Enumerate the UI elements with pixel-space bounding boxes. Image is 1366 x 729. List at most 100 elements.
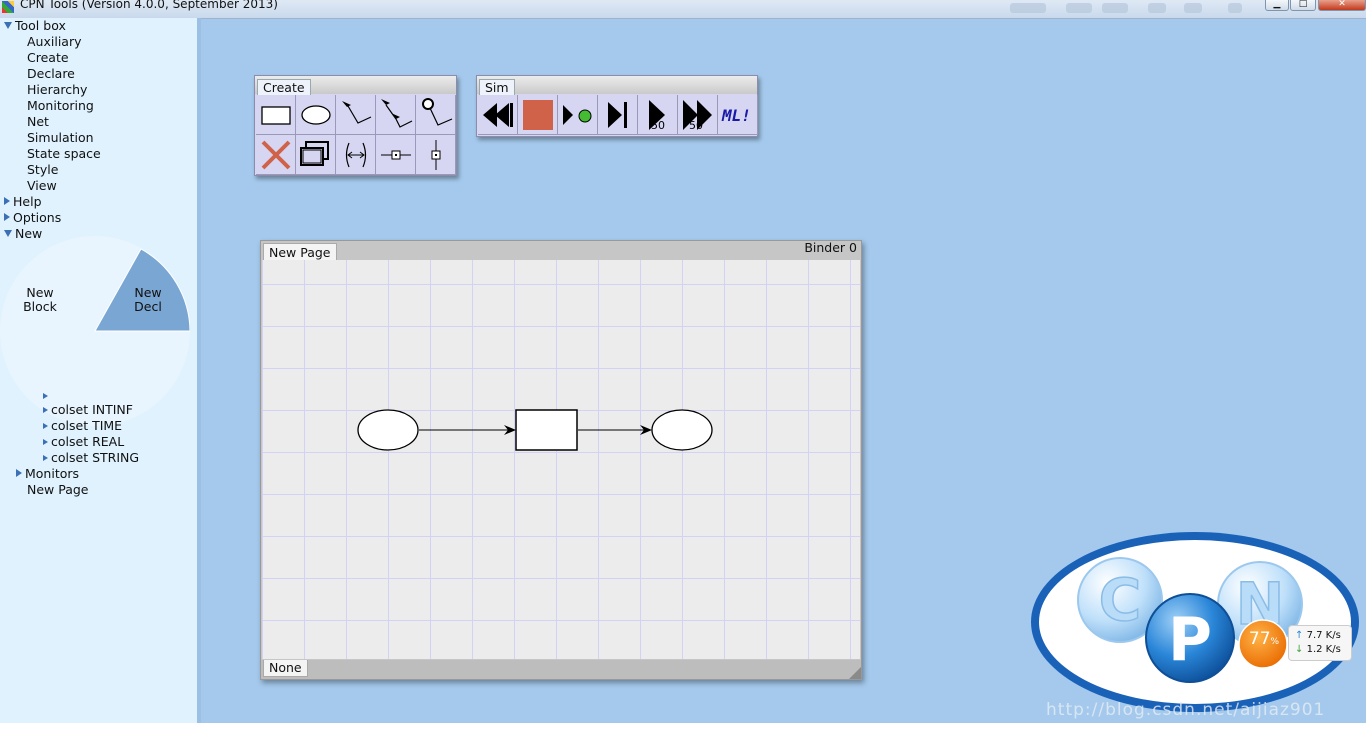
tree-toolbox-label: Tool box xyxy=(15,18,66,33)
tree-item-declare[interactable]: Declare xyxy=(27,66,75,82)
window-title: CPN Tools (Version 4.0.0, September 2013… xyxy=(20,0,278,11)
tree-monitors[interactable]: Monitors xyxy=(16,466,79,482)
create-palette: Create xyxy=(254,75,457,176)
clone-tool[interactable] xyxy=(296,135,336,175)
stop-swatch xyxy=(523,100,553,130)
create-palette-tabbar[interactable]: Create xyxy=(255,76,456,96)
clone-icon xyxy=(300,141,329,166)
sim-palette: Sim 50 50 ML! xyxy=(476,75,758,137)
watermark: http://blog.csdn.net/aijiaz901 xyxy=(1046,700,1326,720)
rewind-icon xyxy=(483,103,513,127)
sim-palette-tabbar[interactable]: Sim xyxy=(477,76,757,96)
tree-item-hierarchy[interactable]: Hierarchy xyxy=(27,82,87,98)
play-steps-button[interactable]: 50 xyxy=(638,95,678,135)
colset-label: colset TIME xyxy=(51,418,123,433)
cpn-logo-graphic: C N P xyxy=(1031,532,1359,712)
play-single-button[interactable] xyxy=(558,95,598,135)
app-icon xyxy=(2,1,14,13)
fast-forward-label: 50 xyxy=(689,119,703,132)
tree-item-auxiliary[interactable]: Auxiliary xyxy=(27,34,82,50)
toggle-arc-direction-icon xyxy=(345,142,367,168)
ml-evaluate-button[interactable]: ML! xyxy=(718,95,758,135)
net-canvas[interactable] xyxy=(262,260,860,659)
horizontal-guideline-tool[interactable] xyxy=(376,135,416,175)
title-bar-decoration xyxy=(1228,3,1242,13)
tree-options-label: Options xyxy=(13,210,62,225)
page-tab-new-page[interactable]: New Page xyxy=(263,243,337,261)
network-monitor[interactable]: 77% xyxy=(1238,619,1290,674)
tree-item-style[interactable]: Style xyxy=(27,162,58,178)
footer-tab-none[interactable]: None xyxy=(263,660,308,677)
double-arc-icon xyxy=(381,99,413,128)
delete-icon xyxy=(261,140,291,170)
stop-button[interactable] xyxy=(518,95,558,135)
tree-options[interactable]: Options xyxy=(4,210,61,226)
vertical-guideline-tool[interactable] xyxy=(416,135,456,175)
tree-colset-intinf[interactable]: colset INTINF xyxy=(43,402,133,418)
download-row: ↓ 1.2 K/s xyxy=(1295,643,1341,657)
tree-colset-string[interactable]: colset STRING xyxy=(43,450,139,466)
upload-row: ↑ 7.7 K/s xyxy=(1295,629,1341,643)
place-ellipse-icon xyxy=(301,105,331,125)
fast-forward-button[interactable]: 50 xyxy=(678,95,718,135)
tree-colset-time[interactable]: colset TIME xyxy=(43,418,122,434)
tree-help-label: Help xyxy=(13,194,42,209)
transition[interactable] xyxy=(515,409,578,451)
tree-item-simulation[interactable]: Simulation xyxy=(27,130,94,146)
place-ellipse-tool[interactable] xyxy=(296,95,336,135)
expanded-triangle-icon xyxy=(4,22,12,29)
pie-item-new-block[interactable]: New Block xyxy=(18,286,62,314)
sidebar-divider xyxy=(197,18,201,723)
binder-label: Binder 0 xyxy=(804,240,857,255)
reset-arc-tool[interactable] xyxy=(416,95,456,135)
collapsed-triangle-icon xyxy=(43,455,48,461)
close-button[interactable]: ✕ xyxy=(1318,0,1366,11)
tree-toolbox[interactable]: Tool box xyxy=(4,18,66,34)
collapsed-triangle-icon xyxy=(43,407,48,413)
title-bar-decoration xyxy=(1010,3,1046,13)
pie-menu-shape xyxy=(0,236,191,426)
binder-footer: None xyxy=(261,660,861,679)
maximize-button[interactable]: □ xyxy=(1290,0,1316,11)
download-speed: 1.2 K/s xyxy=(1306,644,1341,655)
window-title-bar: CPN Tools (Version 4.0.0, September 2013… xyxy=(0,0,1366,19)
cpn-logo: C N P xyxy=(1028,524,1363,717)
horizontal-guideline-icon xyxy=(381,150,411,160)
step-to-end-button[interactable] xyxy=(598,95,638,135)
place-input[interactable] xyxy=(357,409,419,451)
transition-rect-icon xyxy=(261,106,291,125)
tree-new-page[interactable]: New Page xyxy=(27,482,89,498)
fast-forward-icon: 50 xyxy=(683,100,712,132)
collapsed-triangle-icon xyxy=(43,393,48,399)
transition-rect-tool[interactable] xyxy=(256,95,296,135)
colset-label: colset STRING xyxy=(51,450,140,465)
toggle-arc-direction-tool[interactable] xyxy=(336,135,376,175)
logo-letter-p: P xyxy=(1168,605,1212,675)
network-monitor-percent-text: 77% xyxy=(1238,629,1290,652)
title-bar-decoration xyxy=(1102,3,1128,13)
pie-item-new-decl[interactable]: New Decl xyxy=(126,286,170,314)
minimize-button[interactable]: ▁ xyxy=(1265,0,1289,11)
collapsed-triangle-icon xyxy=(43,439,48,445)
collapsed-triangle-icon xyxy=(4,213,10,221)
tree-item-state-space[interactable]: State space xyxy=(27,146,101,162)
rewind-button[interactable] xyxy=(478,95,518,135)
place-output[interactable] xyxy=(651,409,713,451)
tree-item-create[interactable]: Create xyxy=(27,50,69,66)
tree-item-monitoring[interactable]: Monitoring xyxy=(27,98,94,114)
arc-tool[interactable] xyxy=(336,95,376,135)
sim-palette-tab[interactable]: Sim xyxy=(479,79,515,96)
step-to-end-icon xyxy=(608,102,627,128)
stop-icon xyxy=(523,100,553,130)
tree-help[interactable]: Help xyxy=(4,194,42,210)
tree-item-view[interactable]: View xyxy=(27,178,57,194)
create-palette-tab[interactable]: Create xyxy=(257,79,311,96)
title-bar-decoration xyxy=(1148,3,1166,13)
resize-grip-icon[interactable] xyxy=(849,667,861,679)
delete-tool[interactable] xyxy=(256,135,296,175)
upload-speed: 7.7 K/s xyxy=(1306,630,1341,641)
double-arc-tool[interactable] xyxy=(376,95,416,135)
tree-colset-real[interactable]: colset REAL xyxy=(43,434,124,450)
tree-item-net[interactable]: Net xyxy=(27,114,49,130)
tree-monitors-label: Monitors xyxy=(25,466,80,481)
